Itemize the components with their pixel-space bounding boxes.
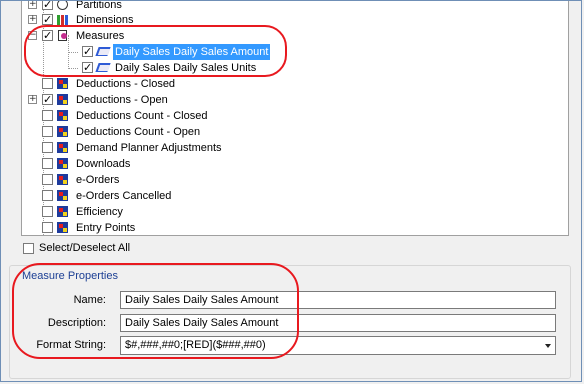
tree-item-label: e-Orders Cancelled bbox=[76, 190, 172, 202]
checkbox[interactable] bbox=[42, 174, 53, 185]
checkbox[interactable]: ✓ bbox=[42, 14, 53, 25]
tree-item-label: Deductions Count - Closed bbox=[76, 110, 208, 122]
tree-item-deductions-closed[interactable]: Deductions - Closed bbox=[22, 76, 542, 92]
tree-item-deductions-count-closed[interactable]: Deductions Count - Closed bbox=[22, 108, 542, 124]
chevron-down-icon[interactable] bbox=[545, 344, 551, 348]
cube-icon bbox=[56, 221, 69, 234]
cube-icon bbox=[56, 157, 69, 170]
checkbox[interactable] bbox=[42, 158, 53, 169]
tree-item-label: Entry Points bbox=[76, 222, 136, 234]
tree-item-e-orders-cancelled[interactable]: e-Orders Cancelled bbox=[22, 188, 542, 204]
checkbox[interactable] bbox=[42, 78, 53, 89]
checkbox[interactable] bbox=[42, 110, 53, 121]
cube-icon bbox=[56, 125, 69, 138]
select-all-label: Select/Deselect All bbox=[39, 242, 131, 254]
partitions-icon bbox=[56, 1, 69, 11]
tree-item-demand-planner-adjustments[interactable]: Demand Planner Adjustments bbox=[22, 140, 542, 156]
tree-item-e-orders[interactable]: e-Orders bbox=[22, 172, 542, 188]
expand-icon[interactable]: + bbox=[28, 1, 37, 9]
tree-item-deductions-count-open[interactable]: Deductions Count - Open bbox=[22, 124, 542, 140]
vertical-scrollbar[interactable] bbox=[568, 1, 569, 235]
tree-item-label: Deductions Count - Open bbox=[76, 126, 201, 138]
tree-item-deductions-open[interactable]: + ✓ Deductions - Open bbox=[22, 92, 542, 108]
cube-icon bbox=[56, 93, 69, 106]
select-all-checkbox[interactable] bbox=[23, 243, 34, 254]
checkbox[interactable] bbox=[42, 142, 53, 153]
window-frame: + ✓ Partitions + ✓ Dimensions − ✓ Measur bbox=[0, 0, 582, 382]
expand-icon[interactable]: + bbox=[28, 95, 37, 104]
cube-icon bbox=[56, 109, 69, 122]
cube-icon bbox=[56, 173, 69, 186]
tree-item-label: Downloads bbox=[76, 158, 131, 170]
checkbox[interactable] bbox=[42, 126, 53, 137]
checkbox[interactable] bbox=[42, 190, 53, 201]
cube-icon bbox=[56, 141, 69, 154]
checkbox[interactable] bbox=[42, 222, 53, 233]
expand-icon[interactable]: + bbox=[28, 15, 37, 24]
tree-item-label: Deductions - Open bbox=[76, 94, 168, 106]
tree-item-label: Efficiency bbox=[76, 206, 123, 218]
checkbox[interactable]: ✓ bbox=[42, 1, 53, 10]
tree-item-label: Deductions - Closed bbox=[76, 78, 176, 90]
tree-item-efficiency[interactable]: Efficiency bbox=[22, 204, 542, 220]
tree-item-entry-points[interactable]: Entry Points bbox=[22, 220, 542, 235]
tree-item-label: e-Orders bbox=[76, 174, 120, 186]
cube-icon bbox=[56, 77, 69, 90]
checkbox[interactable]: ✓ bbox=[42, 94, 53, 105]
cube-icon bbox=[56, 205, 69, 218]
highlight-circle-properties bbox=[12, 263, 299, 359]
checkbox[interactable] bbox=[42, 206, 53, 217]
highlight-circle-measures bbox=[24, 25, 287, 77]
tree-item-downloads[interactable]: Downloads bbox=[22, 156, 542, 172]
cube-icon bbox=[56, 189, 69, 202]
tree-item-label: Demand Planner Adjustments bbox=[76, 142, 222, 154]
